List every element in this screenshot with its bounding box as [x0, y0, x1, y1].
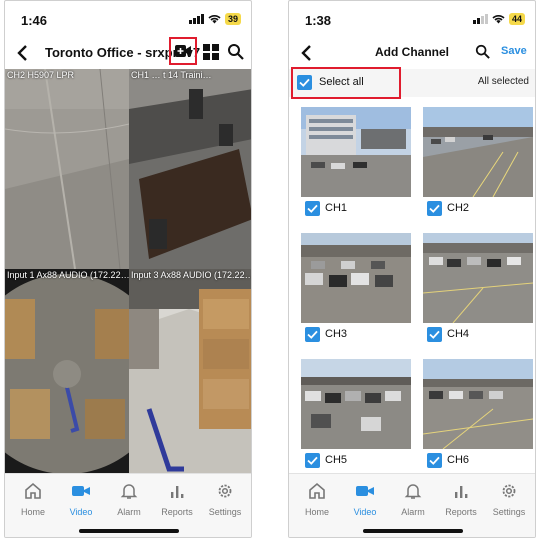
gear-icon [218, 484, 232, 498]
bell-icon [404, 484, 422, 499]
channel-checkbox[interactable] [427, 453, 442, 468]
select-all-highlight [291, 67, 401, 99]
tab-alarm[interactable]: Alarm [389, 482, 437, 517]
tab-label: Settings [208, 507, 242, 517]
check-icon [307, 456, 318, 465]
channel-thumbnail [301, 233, 411, 323]
header: Add Channel Save [289, 35, 535, 69]
status-time: 1:46 [21, 13, 48, 28]
check-icon [429, 456, 440, 465]
tab-reports[interactable]: Reports [153, 482, 201, 517]
tab-label: Alarm [117, 507, 141, 517]
status-time: 1:38 [305, 13, 332, 28]
camera-feed-image [5, 69, 129, 269]
channel-thumbnail [423, 359, 533, 449]
channel-checkbox[interactable] [427, 201, 442, 216]
tab-home[interactable]: Home [293, 482, 341, 517]
camera-tile[interactable]: Input 3 Ax88 AUDIO (172.22… [129, 269, 252, 473]
channel-thumbnail [301, 107, 411, 197]
signal-icon [472, 14, 488, 24]
header: Toronto Office - srxprov7 [5, 35, 251, 69]
tab-label: Reports [161, 507, 193, 517]
tab-label: Home [20, 507, 45, 517]
channel-checkbox[interactable] [427, 327, 442, 342]
wifi-icon [208, 15, 221, 24]
status-bar: 1:38 44 [289, 1, 535, 31]
video-icon [356, 486, 374, 496]
camera-tile[interactable]: Input 1 Ax88 AUDIO (172.22… [5, 269, 129, 473]
video-icon [72, 486, 90, 496]
channel-card[interactable]: CH6 [423, 359, 533, 469]
search-icon[interactable] [475, 44, 490, 59]
camera-tile[interactable]: CH2 H5907 LPR [5, 69, 129, 269]
back-icon[interactable] [13, 43, 33, 63]
channel-name: CH3 [325, 328, 348, 340]
signal-icon [188, 14, 204, 24]
channel-card[interactable]: CH4 [423, 233, 533, 343]
channel-thumbnail [301, 359, 411, 449]
status-bar: 1:46 39 [5, 1, 251, 31]
channel-card[interactable]: CH3 [301, 233, 411, 343]
home-icon [309, 482, 325, 499]
tab-settings[interactable]: Settings [201, 482, 249, 517]
tab-video[interactable]: Video [341, 482, 389, 517]
camera-feed-image [5, 269, 129, 473]
camera-label: CH1 … t 14 Traini… [131, 70, 212, 80]
add-camera-icon[interactable] [175, 44, 191, 58]
bell-icon [120, 484, 138, 499]
camera-grid: CH2 H5907 LPR CH1 … t 14 Traini… Input 1… [5, 69, 252, 473]
channel-name: CH6 [447, 454, 470, 466]
bar-chart-icon [171, 486, 184, 498]
home-indicator [363, 529, 463, 533]
page-title: Add Channel [375, 45, 449, 59]
grid-layout-icon[interactable] [203, 44, 219, 60]
battery-indicator: 39 [224, 13, 241, 25]
save-button[interactable]: Save [501, 45, 527, 57]
tab-home[interactable]: Home [9, 482, 57, 517]
check-icon [307, 204, 318, 213]
tab-settings[interactable]: Settings [485, 482, 533, 517]
tab-video[interactable]: Video [57, 482, 105, 517]
home-indicator [79, 529, 179, 533]
camera-feed-image [129, 69, 251, 269]
live-view-screen: 1:46 39 Toronto Office - srxprov7 CH2 H5… [4, 0, 252, 538]
tab-label: Settings [492, 507, 526, 517]
add-channel-screen: 1:38 44 Add Channel Save Select all All … [288, 0, 536, 538]
channel-name: CH5 [325, 454, 348, 466]
channel-thumbnail [423, 233, 533, 323]
all-selected-status: All selected [477, 76, 529, 87]
channel-name: CH4 [447, 328, 470, 340]
channel-thumbnail [423, 107, 533, 197]
channel-checkbox[interactable] [305, 327, 320, 342]
wifi-icon [492, 15, 505, 24]
camera-label: CH2 H5907 LPR [7, 70, 75, 80]
tab-reports[interactable]: Reports [437, 482, 485, 517]
check-icon [429, 204, 440, 213]
camera-label: Input 3 Ax88 AUDIO (172.22… [131, 270, 252, 280]
channel-name: CH2 [447, 202, 470, 214]
check-icon [307, 330, 318, 339]
camera-label: Input 1 Ax88 AUDIO (172.22… [7, 270, 129, 280]
gear-icon [502, 484, 516, 498]
channel-card[interactable]: CH2 [423, 107, 533, 217]
camera-tile[interactable]: CH1 … t 14 Traini… [129, 69, 251, 269]
home-icon [25, 482, 41, 499]
tab-label: Video [69, 507, 93, 517]
tab-label: Video [353, 507, 377, 517]
tab-label: Reports [445, 507, 477, 517]
tab-label: Home [304, 507, 329, 517]
search-icon[interactable] [227, 43, 244, 60]
tab-label: Alarm [401, 507, 425, 517]
channel-card[interactable]: CH1 [301, 107, 411, 217]
camera-feed-image [129, 269, 251, 473]
tab-alarm[interactable]: Alarm [105, 482, 153, 517]
channel-card[interactable]: CH5 [301, 359, 411, 469]
channel-checkbox[interactable] [305, 201, 320, 216]
check-icon [429, 330, 440, 339]
channel-checkbox[interactable] [305, 453, 320, 468]
channel-name: CH1 [325, 202, 348, 214]
battery-indicator: 44 [508, 13, 525, 25]
bar-chart-icon [455, 486, 468, 498]
